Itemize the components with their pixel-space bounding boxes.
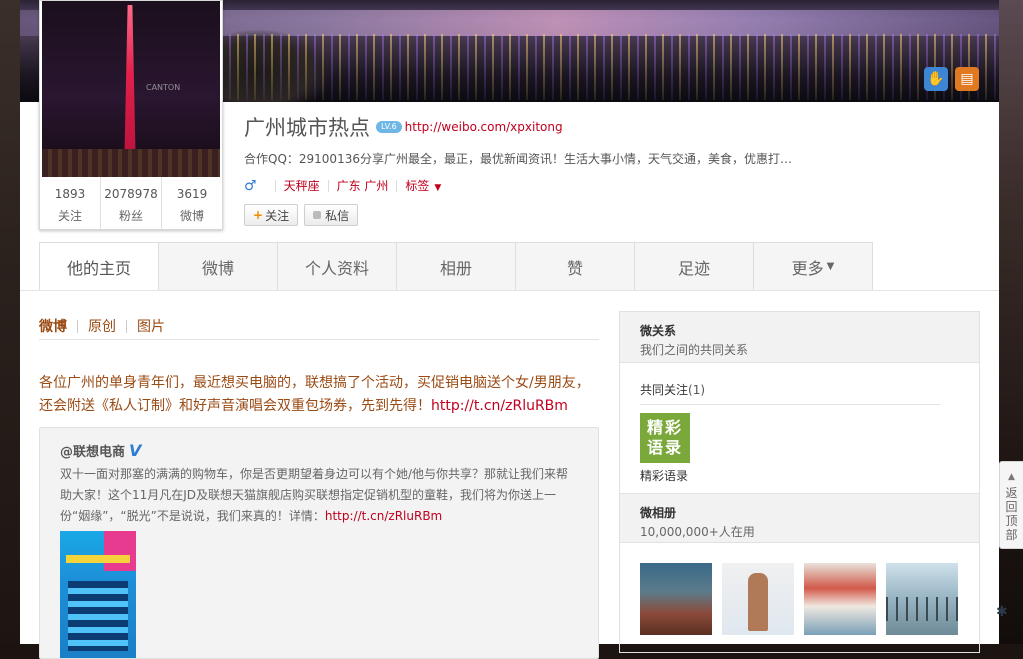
tags-dropdown[interactable]: 标签 ▼ (405, 177, 441, 194)
mutual-avatar-line1: 精彩 (646, 418, 683, 437)
stat-posts-label: 微博 (179, 209, 204, 223)
tab-album[interactable]: 相册 (397, 242, 516, 291)
stat-followers[interactable]: 2078978 粉丝 (101, 177, 162, 229)
avatar-watermark: CANTON (146, 83, 181, 92)
stat-followers-count: 2078978 (104, 187, 158, 201)
follow-button-label: 关注 (265, 208, 290, 223)
divider (77, 319, 78, 333)
profile-name: 广州城市热点 (244, 116, 370, 140)
tab-footprint[interactable]: 足迹 (635, 242, 754, 291)
tabs-divider (20, 290, 999, 291)
divider (126, 319, 127, 333)
album-subtitle: 10,000,000+人在用 (640, 525, 755, 539)
stat-following-label: 关注 (57, 209, 82, 223)
repost-author-row: @联想电商 V (60, 441, 141, 460)
location-link[interactable]: 广东 广州 (337, 177, 389, 194)
divider (396, 179, 398, 192)
promo-product-list (68, 581, 128, 651)
feed-filter: 微博 原创 图片 (39, 313, 599, 340)
hand-icon[interactable]: ✋ (924, 67, 948, 91)
stat-followers-label: 粉丝 (118, 209, 143, 223)
repost-content: 双十一面对那塞的满满的购物车，你是否更期望着身边可以有个她/他与你共享？那就让我… (60, 464, 575, 527)
stat-following-count: 1893 (54, 187, 86, 201)
decorative-star: ✱ (996, 604, 1008, 620)
divider (274, 179, 276, 192)
tab-weibo[interactable]: 微博 (159, 242, 278, 291)
mutual-avatar-line2: 语录 (646, 438, 683, 457)
reposted-card: @联想电商 V 双十一面对那塞的满满的购物车，你是否更期望着身边可以有个她/他与… (39, 427, 599, 659)
chevron-down-icon: ▼ (826, 261, 835, 272)
arrow-up-icon: ▲ (1008, 472, 1015, 482)
action-buttons: + 关注 私信 (244, 204, 984, 226)
profile-intro: 合作QQ：29100136分享广州最全，最正，最优新闻资讯！生活大事小情，天气交… (244, 152, 792, 166)
back-to-top-button[interactable]: ▲ 返回顶部 (999, 461, 1023, 549)
album-photo[interactable] (722, 563, 794, 635)
level-badge[interactable]: LV.6 (376, 121, 402, 133)
verified-badge: V (129, 441, 142, 460)
background-left (0, 0, 20, 644)
avatar[interactable]: CANTON (42, 1, 220, 177)
stat-following[interactable]: 1893 关注 (40, 177, 101, 229)
sidebar: 微关系 我们之间的共同关系 共同关注(1) 精彩 语录 精彩语录 微相册 10,… (619, 311, 980, 653)
message-icon (313, 211, 322, 219)
constellation-link[interactable]: 天秤座 (284, 177, 320, 194)
back-to-top-label: 返回顶部 (1005, 486, 1018, 542)
avatar-card: CANTON 1893 关注 2078978 粉丝 3619 微博 (39, 0, 223, 230)
banner-city-lights (220, 34, 999, 100)
message-button-label: 私信 (325, 208, 350, 223)
tab-more-label: 更多 (791, 258, 824, 278)
tab-profile[interactable]: 个人资料 (278, 242, 397, 291)
mutual-follows: 共同关注(1) 精彩 语录 精彩语录 (620, 363, 979, 484)
follow-button[interactable]: + 关注 (244, 204, 299, 226)
photo-figure (748, 573, 768, 631)
album-photo[interactable] (886, 563, 958, 635)
repost-link[interactable]: http://t.cn/zRluRBm (325, 509, 442, 523)
filter-weibo[interactable]: 微博 (39, 316, 67, 336)
mutual-label-text: 共同关注 (640, 383, 689, 397)
plus-icon: + (253, 208, 264, 222)
profile-tabs: 他的主页 微博 个人资料 相册 赞 足迹 更多 ▼ (39, 242, 873, 291)
stat-posts[interactable]: 3619 微博 (162, 177, 222, 229)
filter-images[interactable]: 图片 (137, 316, 165, 336)
relation-header: 微关系 我们之间的共同关系 (620, 312, 979, 363)
tab-more[interactable]: 更多 ▼ (754, 242, 873, 291)
album-photo[interactable] (804, 563, 876, 635)
album-photo[interactable] (640, 563, 712, 635)
repost-author[interactable]: @联想电商 (60, 441, 125, 460)
tab-home[interactable]: 他的主页 (39, 242, 159, 291)
album-title[interactable]: 微相册 (640, 494, 979, 521)
mutual-user-avatar[interactable]: 精彩 语录 (640, 413, 690, 463)
city-skyline (42, 149, 220, 177)
chevron-down-icon: ▼ (434, 183, 442, 193)
filter-original[interactable]: 原创 (88, 316, 116, 336)
post-link[interactable]: http://t.cn/zRluRBm (431, 398, 568, 414)
post-content: 各位广州的单身青年们，最近想买电脑的，联想搞了个活动，买促销电脑送个女/男朋友，… (39, 372, 599, 418)
profile-stats: 1893 关注 2078978 粉丝 3619 微博 (40, 177, 222, 229)
album-header: 微相册 10,000,000+人在用 (620, 493, 979, 543)
promo-banner-strip (66, 555, 130, 563)
tab-likes[interactable]: 赞 (516, 242, 635, 291)
male-icon: ♂ (244, 177, 257, 194)
name-row: 广州城市热点 LV.6 http://weibo.com/xpxitong (244, 112, 984, 142)
id-card-icon[interactable]: ▤ (955, 67, 979, 91)
stat-posts-count: 3619 (176, 187, 208, 201)
mutual-follows-label[interactable]: 共同关注(1) (640, 381, 940, 405)
profile-meta: ♂ 天秤座 广东 广州 标签 ▼ (244, 177, 984, 194)
profile-info: 广州城市热点 LV.6 http://weibo.com/xpxitong 合作… (244, 112, 984, 226)
photo-railing (886, 597, 958, 621)
album-photos (640, 563, 968, 635)
promo-graphic (104, 531, 136, 571)
repost-image[interactable] (60, 531, 136, 658)
relation-title: 微关系 (640, 324, 677, 338)
mutual-user-name[interactable]: 精彩语录 (640, 467, 959, 484)
relation-subtitle: 我们之间的共同关系 (640, 343, 749, 357)
tags-label: 标签 (405, 179, 430, 193)
profile-domain-link[interactable]: http://weibo.com/xpxitong (405, 120, 563, 134)
divider (327, 179, 329, 192)
repost-text: 双十一面对那塞的满满的购物车，你是否更期望着身边可以有个她/他与你共享？那就让我… (60, 467, 569, 523)
mutual-count: (1) (688, 383, 706, 397)
message-button[interactable]: 私信 (304, 204, 359, 226)
profile-page: ✋ ▤ CANTON 1893 关注 2078978 粉丝 3619 微博 广州… (20, 0, 999, 659)
